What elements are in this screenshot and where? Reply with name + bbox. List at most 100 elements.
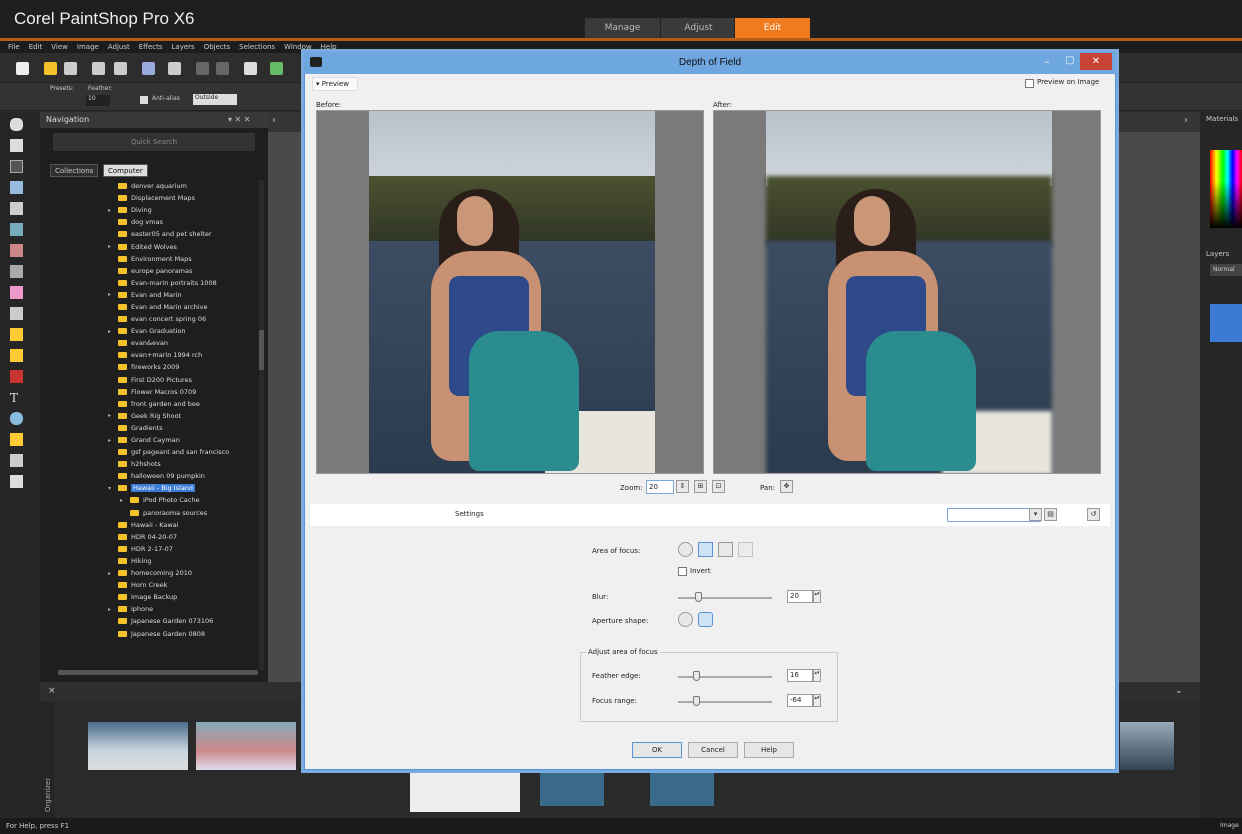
paint-brush-icon[interactable]	[10, 286, 23, 299]
feather-slider-thumb[interactable]	[693, 671, 700, 681]
crop-tool-icon[interactable]	[10, 202, 23, 215]
list-item[interactable]: ▸ Grand Cayman	[108, 434, 258, 446]
list-item[interactable]: gsf pageant and san francisco	[108, 446, 258, 458]
layer-thumbnail[interactable]	[1210, 304, 1242, 342]
pen-line-icon[interactable]	[10, 475, 23, 488]
pen-tool-icon[interactable]	[10, 433, 23, 446]
thumbnail[interactable]	[88, 722, 188, 770]
rect-focus-icon[interactable]	[718, 542, 733, 557]
list-item[interactable]: ▸ Edited Wolves	[108, 240, 258, 252]
navigation-scrollbar[interactable]	[259, 180, 264, 670]
feather-input[interactable]: 16	[787, 669, 813, 682]
blur-spinner[interactable]: ▴▾	[813, 590, 821, 603]
blend-mode-select[interactable]: Normal	[1210, 264, 1242, 276]
selection-tool-icon[interactable]	[10, 160, 23, 173]
navigation-scroll-thumb[interactable]	[259, 330, 264, 370]
tab-manage[interactable]: Manage	[584, 18, 660, 38]
aperture-hex-icon[interactable]	[698, 612, 713, 627]
dropper-tool-icon[interactable]	[10, 181, 23, 194]
chevron-right-icon[interactable]: ▸	[108, 328, 118, 335]
share-icon[interactable]	[142, 62, 155, 75]
circle-focus-icon[interactable]	[678, 542, 693, 557]
redo-icon[interactable]	[216, 62, 229, 75]
reset-icon[interactable]: ↺	[1087, 508, 1100, 521]
point-focus-icon[interactable]	[738, 542, 753, 557]
chevron-down-icon[interactable]: ▾	[108, 485, 118, 492]
freehand-focus-icon[interactable]	[698, 542, 713, 557]
antialias-checkbox[interactable]	[140, 96, 148, 104]
maximize-icon[interactable]: ▢	[1065, 55, 1074, 66]
list-item[interactable]: ▸ Geek Rig Shoot	[108, 410, 258, 422]
eraser-tool-icon[interactable]	[10, 307, 23, 320]
flood-fill-icon[interactable]	[10, 349, 23, 362]
save-icon[interactable]	[92, 62, 105, 75]
list-item[interactable]: First D200 Pictures	[108, 374, 258, 386]
makeover-tool-icon[interactable]	[10, 244, 23, 257]
list-item[interactable]: panoraoma sources	[108, 507, 258, 519]
new-file-icon[interactable]	[16, 62, 29, 75]
chevron-down-icon[interactable]: ⌄	[1175, 686, 1183, 696]
text-tool-icon[interactable]: T	[10, 391, 23, 405]
preview-toggle[interactable]: ▾ Preview	[312, 77, 358, 91]
chevron-right-icon[interactable]: ▸	[108, 243, 118, 250]
thumbnail[interactable]	[196, 722, 296, 770]
crop-rotate-icon[interactable]	[244, 62, 257, 75]
open-folder-icon[interactable]	[44, 62, 57, 75]
menu-layers[interactable]: Layers	[172, 41, 195, 53]
list-item[interactable]: Image Backup	[108, 591, 258, 603]
list-item[interactable]: Evan and Marin archive	[108, 301, 258, 313]
zoom-input[interactable]: 20	[646, 480, 674, 494]
list-item[interactable]: Environment Maps	[108, 253, 258, 265]
feather-input[interactable]: 10	[86, 95, 110, 106]
list-item[interactable]: evan concert spring 06	[108, 313, 258, 325]
list-item[interactable]: ▸ Diving	[108, 204, 258, 216]
mode-select[interactable]: Outside	[193, 94, 237, 105]
list-item[interactable]: front garden and bee	[108, 398, 258, 410]
focus-range-spinner[interactable]: ▴▾	[813, 694, 821, 707]
chevron-right-icon[interactable]: ▸	[108, 570, 118, 577]
quick-search-input[interactable]: Quick Search	[53, 133, 255, 151]
picture-tube-icon[interactable]	[10, 370, 23, 383]
scroll-right-icon[interactable]: ›	[1184, 115, 1188, 126]
pan-icon[interactable]: ✥	[780, 480, 793, 493]
zoom-actual-icon[interactable]: ⊡	[712, 480, 725, 493]
list-item[interactable]: ▸ homecoming 2010	[108, 567, 258, 579]
red-eye-tool-icon[interactable]	[10, 223, 23, 236]
focus-range-slider-thumb[interactable]	[693, 696, 700, 706]
list-item[interactable]: dog vmas	[108, 216, 258, 228]
list-item[interactable]: Gradients	[108, 422, 258, 434]
list-item[interactable]: Hawaii - Kawai	[108, 519, 258, 531]
undo-icon[interactable]	[196, 62, 209, 75]
save-preset-icon[interactable]: ▤	[1044, 508, 1057, 521]
list-item[interactable]: Japanese Garden 073106	[108, 615, 258, 627]
tab-computer[interactable]: Computer	[103, 164, 148, 177]
list-item[interactable]: Japanese Garden 0808	[108, 627, 258, 639]
navigation-hscroll-thumb[interactable]	[58, 670, 258, 675]
chevron-right-icon[interactable]: ▸	[108, 437, 118, 444]
list-item[interactable]: Displacement Maps	[108, 192, 258, 204]
list-item[interactable]: evan&evan	[108, 337, 258, 349]
chevron-down-icon[interactable]: ▾	[1029, 508, 1042, 521]
thumbnail[interactable]	[540, 772, 604, 806]
menu-view[interactable]: View	[51, 41, 68, 53]
list-item[interactable]: halloween 09 pumpkin	[108, 470, 258, 482]
list-item[interactable]: easter05 and pet shelter	[108, 228, 258, 240]
thumbnail[interactable]	[1120, 722, 1174, 770]
chevron-right-icon[interactable]: ▸	[120, 497, 130, 504]
menu-image[interactable]: Image	[77, 41, 99, 53]
cancel-button[interactable]: Cancel	[688, 742, 738, 758]
blur-slider-thumb[interactable]	[695, 592, 702, 602]
blur-input[interactable]: 20	[787, 590, 813, 603]
print-icon[interactable]	[168, 62, 181, 75]
preview-on-image-checkbox[interactable]	[1025, 79, 1034, 88]
list-item[interactable]: europe panoramas	[108, 265, 258, 277]
menu-file[interactable]: File	[8, 41, 20, 53]
tab-edit[interactable]: Edit	[734, 18, 810, 38]
ok-button[interactable]: OK	[632, 742, 682, 758]
chevron-right-icon[interactable]: ▸	[108, 606, 118, 613]
list-item[interactable]: HDR 04-20-07	[108, 531, 258, 543]
menu-edit[interactable]: Edit	[29, 41, 43, 53]
save-as-icon[interactable]	[114, 62, 127, 75]
chevron-right-icon[interactable]: ▸	[108, 291, 118, 298]
enhance-icon[interactable]	[270, 62, 283, 75]
